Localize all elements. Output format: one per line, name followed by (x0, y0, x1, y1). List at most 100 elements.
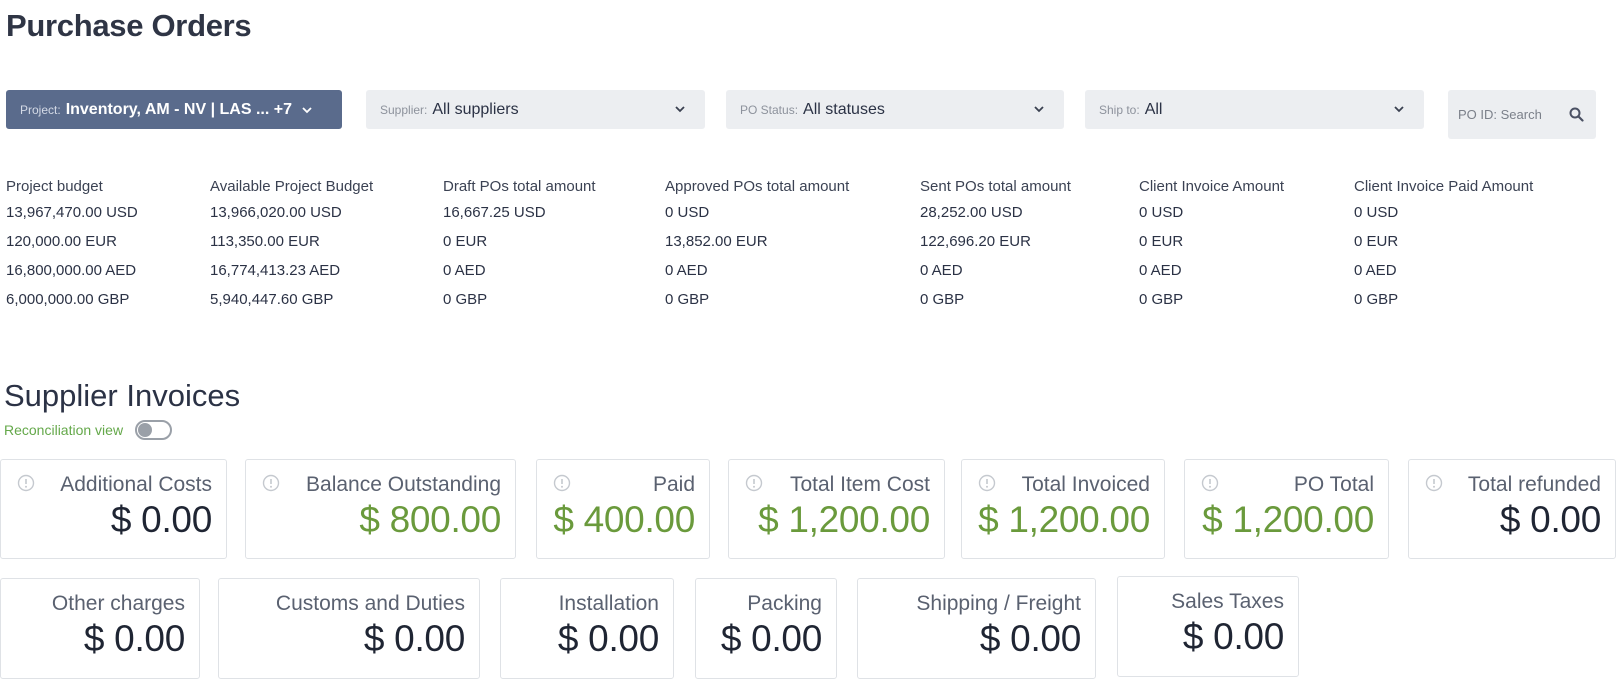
budget-value: 13,852.00 EUR (665, 233, 768, 250)
supplier-filter-value: All suppliers (432, 100, 519, 118)
info-circle-icon[interactable] (1201, 474, 1219, 492)
budget-value: 0 AED (443, 262, 486, 279)
card-value: $ 0.00 (1499, 499, 1601, 540)
card-value: $ 0.00 (83, 618, 185, 659)
budget-value: 120,000.00 EUR (6, 233, 117, 250)
po-status-filter-value: All statuses (803, 100, 885, 118)
budget-value: 13,967,470.00 USD (6, 204, 138, 221)
card-label: Total Item Cost (789, 473, 930, 496)
card-label: PO Total (1293, 473, 1374, 496)
chevron-down-icon (300, 103, 314, 117)
budget-column-client-invoice-paid: Client Invoice Paid Amount 0 USD 0 EUR 0… (1354, 178, 1533, 314)
card-label: Shipping / Freight (916, 592, 1081, 615)
info-circle-icon[interactable] (978, 474, 996, 492)
card-value: $ 800.00 (359, 499, 501, 540)
card-label: Total refunded (1467, 473, 1601, 496)
budget-value: 0 GBP (1139, 291, 1184, 308)
po-id-search-input[interactable] (1458, 107, 1558, 122)
supplier-invoices-title: Supplier Invoices (4, 378, 241, 413)
budget-value: 16,667.25 USD (443, 204, 546, 221)
card-label: Additional Costs (60, 473, 212, 496)
card-value: $ 0.00 (1182, 616, 1284, 657)
toggle-knob (138, 423, 153, 437)
chevron-down-icon (673, 102, 687, 116)
card-shipping-freight: Shipping / Freight $ 0.00 (857, 578, 1096, 679)
budget-value: 16,800,000.00 AED (6, 262, 137, 279)
reconciliation-toggle[interactable] (135, 420, 173, 440)
reconciliation-view: Reconciliation view (4, 420, 173, 440)
chevron-down-icon (1392, 102, 1406, 116)
budget-value: 0 USD (1354, 204, 1399, 221)
project-filter-label: Project: (20, 102, 61, 117)
budget-value: 0 AED (1354, 262, 1397, 279)
info-circle-icon[interactable] (1425, 474, 1443, 492)
info-circle-icon[interactable] (17, 474, 35, 492)
card-paid: Paid $ 400.00 (536, 459, 710, 559)
card-label: Paid (652, 473, 695, 496)
card-label: Sales Taxes (1171, 590, 1284, 613)
ship-to-filter[interactable]: Ship to: All (1085, 90, 1424, 129)
budget-value: 0 USD (1139, 204, 1184, 221)
budget-column-header: Sent POs total amount (920, 178, 1071, 195)
budget-column-header: Project budget (6, 178, 103, 195)
budget-value: 0 AED (1139, 262, 1182, 279)
budget-value: 0 GBP (443, 291, 488, 308)
budget-column-header: Available Project Budget (210, 178, 374, 195)
budget-value: 0 GBP (1354, 291, 1399, 308)
card-value: $ 1,200.00 (978, 499, 1150, 540)
card-installation: Installation $ 0.00 (500, 578, 674, 679)
budget-column-approved-pos: Approved POs total amount 0 USD 13,852.0… (665, 178, 849, 314)
supplier-filter[interactable]: Supplier: All suppliers (366, 90, 705, 129)
card-label: Balance Outstanding (306, 473, 501, 496)
card-customs-duties: Customs and Duties $ 0.00 (218, 578, 480, 679)
info-circle-icon[interactable] (745, 474, 763, 492)
card-sales-taxes: Sales Taxes $ 0.00 (1117, 576, 1299, 677)
budget-value: 0 AED (920, 262, 963, 279)
supplier-filter-label: Supplier: (380, 102, 428, 117)
page-title: Purchase Orders (6, 8, 252, 43)
budget-value: 0 EUR (1354, 233, 1399, 250)
budget-value: 0 AED (665, 262, 708, 279)
card-label: Other charges (51, 592, 185, 615)
info-circle-icon[interactable] (553, 474, 571, 492)
budget-value: 0 EUR (443, 233, 488, 250)
card-label: Customs and Duties (275, 592, 465, 615)
card-additional-costs: Additional Costs $ 0.00 (0, 459, 227, 559)
card-label: Installation (558, 592, 659, 615)
budget-value: 0 GBP (665, 291, 710, 308)
po-status-filter[interactable]: PO Status: All statuses (726, 90, 1064, 129)
card-po-total: PO Total $ 1,200.00 (1184, 459, 1389, 559)
po-id-search[interactable] (1448, 90, 1596, 139)
card-value: $ 1,200.00 (758, 499, 930, 540)
budget-value: 113,350.00 EUR (210, 233, 320, 250)
budget-value: 5,940,447.60 GBP (210, 291, 334, 308)
reconciliation-view-label: Reconciliation view (4, 422, 124, 438)
budget-column-header: Client Invoice Paid Amount (1354, 178, 1534, 195)
project-filter[interactable]: Project: Inventory, AM - NV | LAS ... +7 (6, 90, 342, 129)
budget-value: 0 USD (665, 204, 710, 221)
card-value: $ 0.00 (363, 618, 465, 659)
card-label: Total Invoiced (1021, 473, 1150, 496)
info-circle-icon[interactable] (262, 474, 280, 492)
budget-column-project-budget: Project budget 13,967,470.00 USD 120,000… (6, 178, 138, 314)
po-status-filter-label: PO Status: (740, 102, 799, 117)
budget-value: 122,696.20 EUR (920, 233, 1031, 250)
search-icon[interactable] (1569, 107, 1584, 122)
card-total-invoiced: Total Invoiced $ 1,200.00 (961, 459, 1165, 559)
card-label: Packing (747, 592, 822, 615)
chevron-down-icon (1032, 102, 1046, 116)
ship-to-filter-label: Ship to: (1099, 102, 1140, 117)
card-balance-outstanding: Balance Outstanding $ 800.00 (245, 459, 516, 559)
card-value: $ 0.00 (720, 618, 822, 659)
budget-value: 0 GBP (920, 291, 965, 308)
card-value: $ 0.00 (979, 618, 1081, 659)
budget-column-header: Draft POs total amount (443, 178, 596, 195)
card-value: $ 400.00 (553, 499, 695, 540)
budget-column-header: Client Invoice Amount (1139, 178, 1285, 195)
card-other-charges: Other charges $ 0.00 (0, 578, 200, 679)
budget-column-draft-pos: Draft POs total amount 16,667.25 USD 0 E… (443, 178, 596, 314)
ship-to-filter-value: All (1144, 100, 1163, 118)
budget-column-sent-pos: Sent POs total amount 28,252.00 USD 122,… (920, 178, 1071, 314)
project-filter-value: Inventory, AM - NV | LAS ... +7 (65, 100, 292, 118)
budget-column-header: Approved POs total amount (665, 178, 850, 195)
